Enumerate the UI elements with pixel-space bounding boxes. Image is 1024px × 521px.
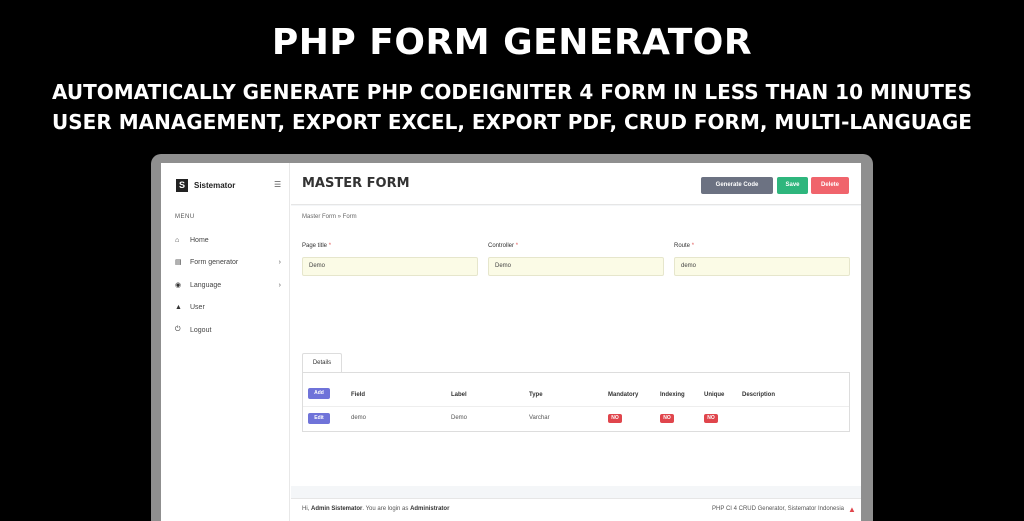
footer-credit: PHP CI 4 CRUD Generator, Sistemator Indo… [712,506,844,512]
sidebar-item-label: Home [190,236,209,244]
indexing-badge: NO [660,414,674,423]
sidebar-item-label: Form generator [190,258,239,266]
sidebar-item-form-generator[interactable]: ▤ Form generator › [175,256,281,268]
chevron-right-icon: › [278,281,281,289]
page-title-label-text: Page title [302,243,328,249]
chevron-right-icon: › [278,258,281,266]
delete-button[interactable]: Delete [811,177,849,194]
cell-type: Varchar [529,415,550,421]
brand[interactable]: S Sistemator [176,178,235,192]
home-icon: ⌂ [175,236,180,244]
required-mark: * [515,243,519,249]
footer-login-info: Hi, Admin Sistemator. You are login as A… [302,506,449,512]
footer-mid: . You are login as [362,506,411,512]
route-label-text: Route [674,243,691,249]
form-card: Master Form » Form Page title * Demo Con… [291,206,861,486]
globe-icon: ◉ [175,282,182,289]
generate-code-button[interactable]: Generate Code [701,177,773,194]
column-header-unique: Unique [704,392,725,398]
add-field-button[interactable]: Add [308,388,330,399]
details-table: Add Field Label Type Mandatory Indexing … [302,372,850,432]
edit-row-button[interactable]: Edit [308,413,330,424]
cell-field: demo [351,415,367,421]
column-header-mandatory: Mandatory [608,392,639,398]
tab-details[interactable]: Details [302,353,342,373]
controller-label: Controller * [488,243,518,249]
controller-label-text: Controller [488,243,515,249]
breadcrumb[interactable]: Master Form » Form [302,214,357,220]
route-input[interactable]: demo [674,257,850,276]
sidebar: S Sistemator ☰ MENU ⌂ Home ▤ Form genera… [161,163,290,521]
sidebar-item-language[interactable]: ◉ Language › [175,279,281,291]
menu-toggle-icon[interactable]: ☰ [274,180,281,189]
column-header-field: Field [351,392,366,398]
user-icon: ▲ [175,303,182,311]
logo-mark-icon: ▲ [848,505,856,514]
main-area: MASTER FORM Generate Code Save Delete Ma… [291,163,861,521]
power-icon: ⏻ [175,326,181,333]
row-divider [303,406,849,407]
mandatory-badge: NO [608,414,622,423]
footer-role: Administrator [410,506,450,512]
column-header-description: Description [742,392,776,398]
footer-user: Admin Sistemator [311,506,363,512]
route-label: Route * [674,243,694,249]
required-mark: * [328,243,332,249]
column-header-indexing: Indexing [660,392,685,398]
brand-name: Sistemator [194,180,236,190]
footer: Hi, Admin Sistemator. You are login as A… [291,498,861,521]
banner-title: PHP FORM GENERATOR [271,22,753,63]
column-header-label: Label [451,392,467,398]
banner-subtitle-1: AUTOMATICALLY GENERATE PHP CODEIGNITER 4… [52,80,972,104]
brand-logo-icon: S [176,178,188,192]
sidebar-item-home[interactable]: ⌂ Home [175,234,281,246]
unique-badge: NO [704,414,718,423]
footer-greeting: Hi, [302,506,311,512]
page-title-input[interactable]: Demo [302,257,478,276]
sidebar-item-user[interactable]: ▲ User [175,301,281,313]
banner-subtitle-2: USER MANAGEMENT, EXPORT EXCEL, EXPORT PD… [52,110,972,134]
file-icon: ▤ [175,259,182,266]
page-title-label: Page title * [302,243,331,249]
required-mark: * [691,243,695,249]
save-button[interactable]: Save [777,177,808,194]
page-title: MASTER FORM [302,176,410,191]
app-screen: S Sistemator ☰ MENU ⌂ Home ▤ Form genera… [161,163,861,521]
page-header: MASTER FORM Generate Code Save Delete [291,163,861,205]
controller-input[interactable]: Demo [488,257,664,276]
menu-heading: MENU [175,214,195,220]
column-header-type: Type [529,392,543,398]
sidebar-item-label: User [190,303,205,311]
sidebar-item-label: Logout [190,326,212,334]
cell-label: Demo [451,415,468,421]
sidebar-item-logout[interactable]: ⏻ Logout [175,324,281,336]
sidebar-item-label: Language [190,281,222,289]
